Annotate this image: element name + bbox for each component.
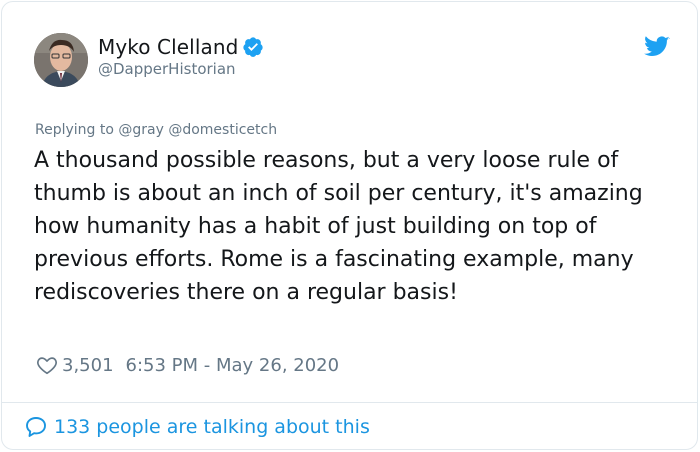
twitter-bird-icon[interactable] <box>644 36 670 58</box>
author-display-name[interactable]: Myko Clelland <box>98 35 238 59</box>
like-count[interactable]: 3,501 <box>62 355 114 376</box>
talking-about-this[interactable]: 133 people are talking about this <box>54 416 370 438</box>
author-name-row[interactable]: Myko Clelland <box>98 34 264 60</box>
avatar[interactable] <box>34 33 88 87</box>
author-handle[interactable]: @DapperHistorian <box>98 60 236 78</box>
tweet-text: A thousand possible reasons, but a very … <box>34 148 643 305</box>
heart-icon[interactable] <box>36 354 58 376</box>
conversation-link[interactable]: 133 people are talking about this <box>24 414 370 440</box>
avatar-photo <box>34 33 88 87</box>
speech-bubble-icon <box>26 417 46 437</box>
tweet-meta: 3,501 6:53 PM - May 26, 2020 <box>36 352 339 378</box>
verified-badge-icon <box>243 37 264 57</box>
tweet-timestamp[interactable]: 6:53 PM - May 26, 2020 <box>126 355 340 376</box>
tweet-card: Myko Clelland @DapperHistorian Replying … <box>1 1 698 450</box>
footer-divider <box>1 402 698 403</box>
replying-to: Replying to @gray @domesticetch <box>35 122 278 138</box>
